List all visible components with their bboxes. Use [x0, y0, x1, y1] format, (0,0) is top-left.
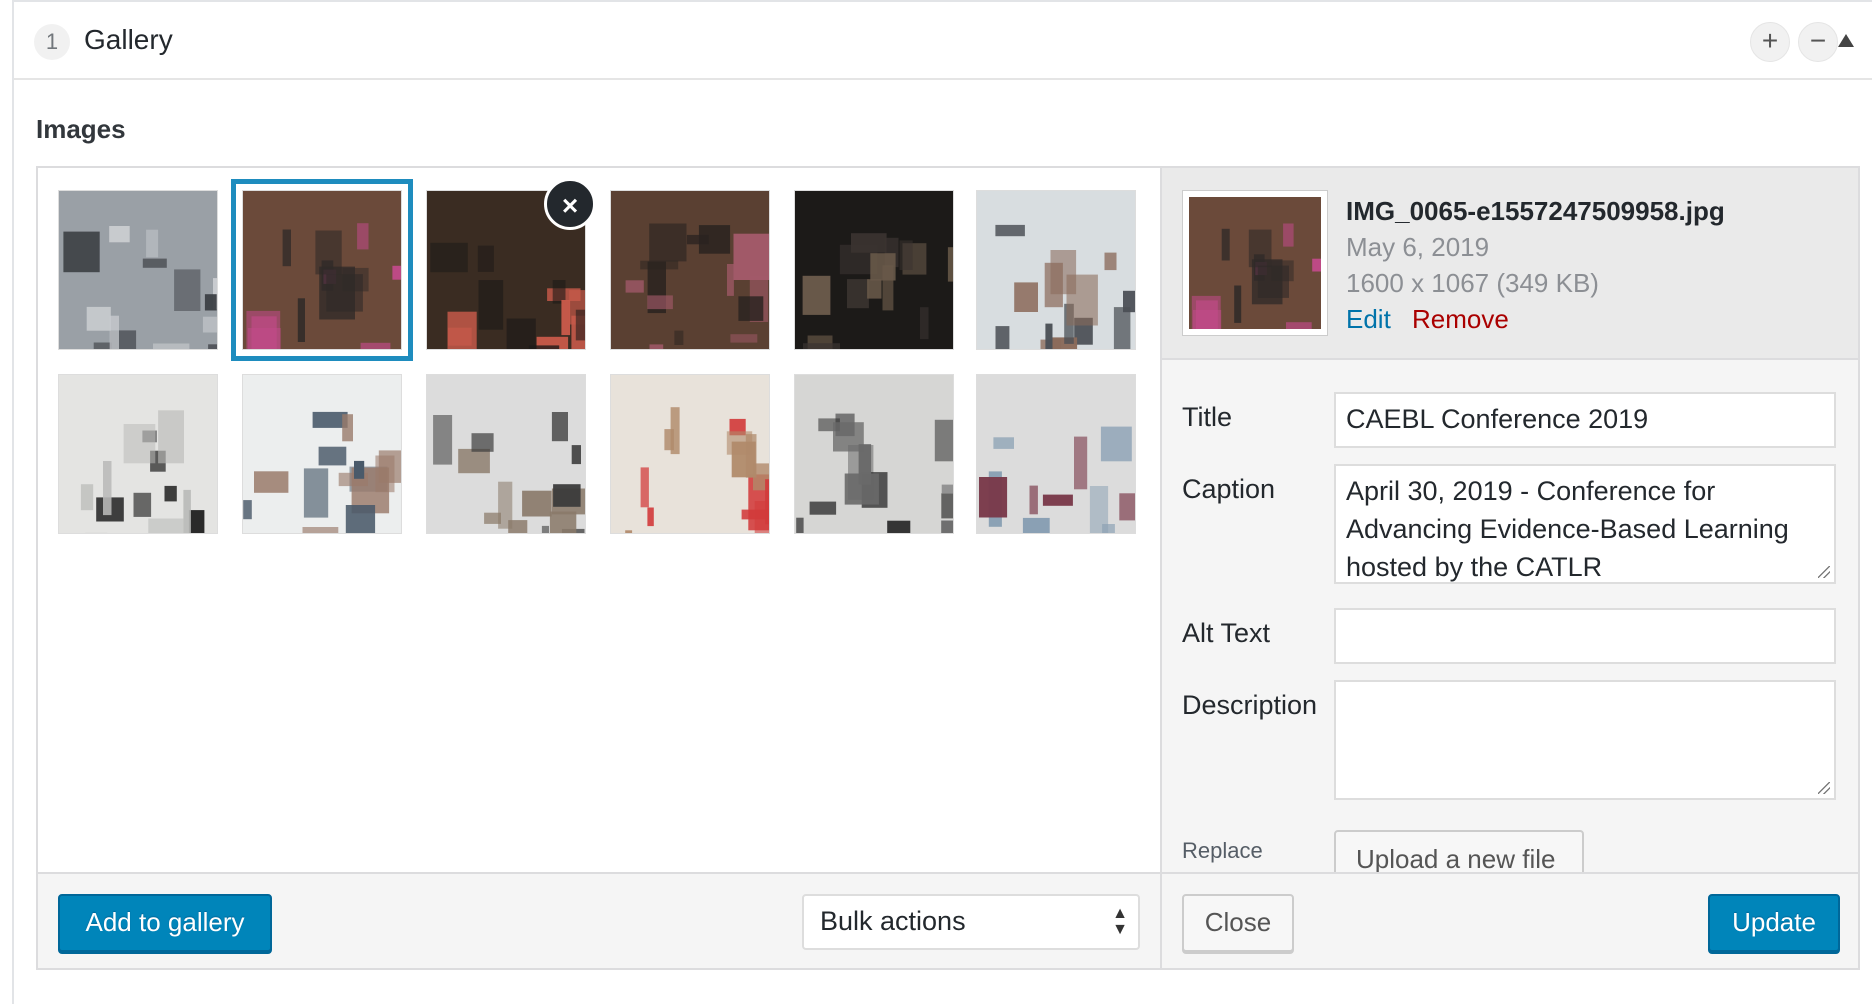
description-textarea[interactable] [1334, 680, 1836, 800]
select-arrows-icon: ▲ ▼ [1112, 905, 1128, 938]
gallery-thumbnail[interactable] [58, 190, 218, 350]
upload-new-file-button[interactable]: Upload a new file [1334, 830, 1584, 872]
repeater-row-header: 1 Gallery + − [14, 2, 1872, 80]
attachment-preview-image [1189, 197, 1332, 346]
bulk-actions-select[interactable]: Bulk actions ▲ ▼ [802, 894, 1140, 950]
thumbnail-image [611, 375, 769, 533]
gallery-thumbnail[interactable] [976, 374, 1136, 534]
edit-link[interactable]: Edit [1346, 304, 1391, 335]
attachment-preview-thumbnail [1182, 190, 1332, 346]
update-button[interactable]: Update [1708, 894, 1840, 952]
caption-text: April 30, 2019 - Conference for Advancin… [1346, 476, 1789, 582]
remove-row-button[interactable]: − [1798, 22, 1838, 62]
replace-label: Replace [1182, 838, 1263, 863]
images-field-label: Images [36, 114, 126, 144]
thumbnail-image [243, 375, 401, 533]
attachment-date: May 6, 2019 [1346, 232, 1490, 262]
collapse-arrow-icon[interactable] [1838, 34, 1854, 47]
thumbnail-image [977, 191, 1135, 349]
title-input[interactable]: CAEBL Conference 2019 [1334, 392, 1836, 448]
add-row-button[interactable]: + [1750, 22, 1790, 62]
description-label: Description [1182, 690, 1318, 720]
gallery-field: × IMG_0065-e1557247509958.jpg May 6, 201… [36, 166, 1860, 970]
thumbnail-image [795, 191, 953, 349]
remove-image-icon[interactable]: × [544, 178, 596, 230]
resize-grip-icon[interactable] [1818, 782, 1830, 794]
row-number-badge: 1 [34, 24, 70, 60]
thumbnail-image [59, 375, 217, 533]
title-label: Title [1182, 402, 1233, 432]
thumbnail-image [243, 191, 401, 349]
gallery-thumbnail[interactable] [794, 374, 954, 534]
remove-link[interactable]: Remove [1412, 304, 1509, 335]
gallery-thumbnail[interactable] [242, 374, 402, 534]
add-to-gallery-button[interactable]: Add to gallery [58, 894, 272, 952]
gallery-thumbnail[interactable] [610, 374, 770, 534]
gallery-thumbnail[interactable] [976, 190, 1136, 350]
gallery-thumbnail[interactable] [794, 190, 954, 350]
thumbnail-image [427, 375, 585, 533]
attachment-filename: IMG_0065-e1557247509958.jpg [1346, 196, 1725, 226]
caption-textarea[interactable]: April 30, 2019 - Conference for Advancin… [1334, 464, 1836, 584]
thumbnail-image [795, 375, 953, 533]
alt-text-input[interactable] [1334, 608, 1836, 664]
toolbar-main: Add to gallery Bulk actions ▲ ▼ [38, 874, 1160, 968]
group-title: Gallery [84, 24, 173, 55]
thumbnail-image [59, 191, 217, 349]
resize-grip-icon[interactable] [1818, 566, 1830, 578]
thumbnail-image [977, 375, 1135, 533]
minus-icon: − [1809, 25, 1827, 56]
gallery-toolbar: Add to gallery Bulk actions ▲ ▼ Close Upd… [38, 872, 1858, 968]
attachment-info: IMG_0065-e1557247509958.jpg May 6, 2019 … [1162, 168, 1858, 360]
close-button[interactable]: Close [1182, 894, 1294, 952]
gallery-thumbnail[interactable] [610, 190, 770, 350]
gallery-attachments: × [38, 168, 1160, 872]
attachment-dimensions: 1600 x 1067 (349 KB) [1346, 268, 1599, 298]
caption-label: Caption [1182, 474, 1276, 504]
bulk-actions-value: Bulk actions [820, 906, 966, 936]
gallery-thumbnail[interactable] [58, 374, 218, 534]
alt-text-label: Alt Text [1182, 618, 1271, 648]
gallery-thumbnail[interactable] [231, 179, 413, 361]
attachment-details-panel: IMG_0065-e1557247509958.jpg May 6, 2019 … [1160, 168, 1858, 872]
toolbar-side: Close Update [1160, 874, 1858, 968]
gallery-thumbnail[interactable] [426, 374, 586, 534]
thumbnail-image [611, 191, 769, 349]
